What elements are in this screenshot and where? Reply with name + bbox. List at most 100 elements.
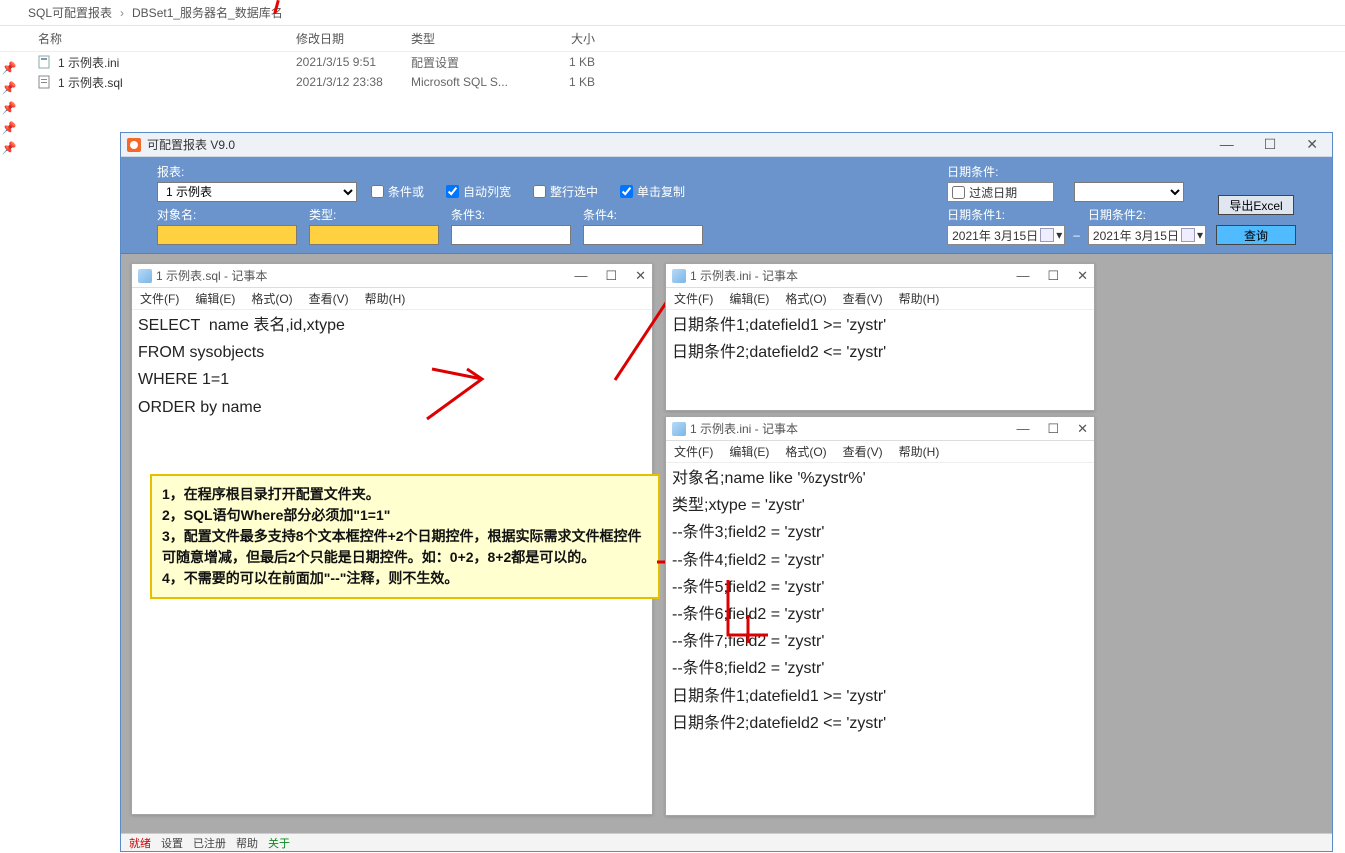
input-condition-3[interactable]	[451, 225, 571, 245]
menu-edit[interactable]: 编辑(E)	[729, 290, 769, 307]
col-name[interactable]: 名称	[38, 30, 296, 47]
menu-file[interactable]: 文件(F)	[140, 290, 179, 307]
status-help[interactable]: 帮助	[236, 835, 258, 851]
notepad-titlebar[interactable]: 1 示例表.sql - 记事本—☐✕	[132, 264, 652, 288]
notepad-titlebar[interactable]: 1 示例表.ini - 记事本 — ☐ ✕	[666, 264, 1094, 288]
minimize-icon[interactable]: —	[1016, 421, 1029, 437]
maximize-icon[interactable]: ☐	[1047, 421, 1059, 437]
notepad-sql: 1 示例表.sql - 记事本—☐✕ 文件(F) 编辑(E) 格式(O) 查看(…	[131, 263, 653, 815]
menu-help[interactable]: 帮助(H)	[899, 443, 940, 460]
menu-help[interactable]: 帮助(H)	[899, 290, 940, 307]
close-icon[interactable]: ✕	[1306, 136, 1318, 153]
check-single-copy[interactable]: 单击复制	[620, 183, 685, 200]
close-icon[interactable]: ✕	[635, 268, 646, 284]
minimize-icon[interactable]: —	[1220, 136, 1234, 153]
pin-icon[interactable]: 📌	[3, 62, 15, 74]
notepad-menu: 文件(F) 编辑(E) 格式(O) 查看(V) 帮助(H)	[666, 288, 1094, 310]
status-settings[interactable]: 设置	[161, 835, 183, 851]
file-sql-icon	[38, 75, 58, 89]
file-size: 1 KB	[535, 75, 595, 89]
menu-format[interactable]: 格式(O)	[251, 290, 292, 307]
menu-format[interactable]: 格式(O)	[785, 443, 826, 460]
export-excel-button[interactable]: 导出Excel	[1218, 195, 1293, 215]
calendar-icon	[1040, 228, 1054, 242]
menu-format[interactable]: 格式(O)	[785, 290, 826, 307]
instruction-note: 1，在程序根目录打开配置文件夹。 2，SQL语句Where部分必须加"1=1" …	[150, 474, 660, 599]
maximize-icon[interactable]: ☐	[1047, 268, 1059, 284]
notepad-ini-1: 1 示例表.ini - 记事本 — ☐ ✕ 文件(F) 编辑(E) 格式(O) 查看(…	[665, 263, 1095, 411]
pin-icon[interactable]: 📌	[3, 102, 15, 114]
notepad-menu: 文件(F) 编辑(E) 格式(O) 查看(V) 帮助(H)	[132, 288, 652, 310]
notepad-body[interactable]: 日期条件1;datefield1 >= 'zystr' 日期条件2;datefi…	[666, 310, 1094, 410]
status-about[interactable]: 关于	[268, 835, 290, 851]
file-ini-icon	[38, 55, 58, 69]
file-size: 1 KB	[535, 55, 595, 69]
chevron-right-icon: ›	[120, 6, 124, 20]
pin-icon[interactable]: 📌	[3, 82, 15, 94]
status-ready: 就绪	[129, 835, 151, 851]
pin-icon[interactable]: 📌	[3, 142, 15, 154]
date-picker-2[interactable]: 2021年 3月15日▾	[1088, 225, 1206, 245]
close-icon[interactable]: ✕	[1077, 268, 1088, 284]
check-whole-row[interactable]: 整行选中	[533, 183, 598, 200]
label-c3: 条件3:	[451, 206, 571, 223]
minimize-icon[interactable]: —	[574, 268, 587, 284]
breadcrumb[interactable]: SQL可配置报表 › DBSet1_服务器名_数据库名	[0, 0, 1345, 26]
notepad-body[interactable]: 对象名;name like '%zystr%' 类型;xtype = 'zyst…	[666, 463, 1094, 815]
check-condition-or[interactable]: 条件或	[371, 183, 424, 200]
query-button[interactable]: 查询	[1216, 225, 1296, 245]
label-type: 类型:	[309, 206, 439, 223]
check-auto-width[interactable]: 自动列宽	[446, 183, 511, 200]
file-name: 1 示例表.ini	[58, 54, 296, 71]
app-title-text: 可配置报表 V9.0	[147, 136, 235, 153]
menu-view[interactable]: 查看(V)	[309, 290, 349, 307]
close-icon[interactable]: ✕	[1077, 421, 1088, 437]
report-select[interactable]: 1 示例表	[157, 182, 357, 202]
menu-file[interactable]: 文件(F)	[674, 290, 713, 307]
file-row[interactable]: 1 示例表.ini 2021/3/15 9:51 配置设置 1 KB	[38, 52, 1345, 72]
status-bar: 就绪 设置 已注册 帮助 关于	[121, 833, 1332, 851]
input-type[interactable]	[309, 225, 439, 245]
label-c4: 条件4:	[583, 206, 703, 223]
notepad-title: 1 示例表.ini - 记事本	[690, 420, 798, 437]
col-size[interactable]: 大小	[535, 30, 595, 47]
menu-edit[interactable]: 编辑(E)	[729, 443, 769, 460]
notepad-title: 1 示例表.ini - 记事本	[690, 267, 798, 284]
col-date[interactable]: 修改日期	[296, 30, 411, 47]
check-filter-date[interactable]: 过滤日期	[947, 182, 1054, 202]
file-list-header[interactable]: 名称 修改日期 类型 大小	[0, 26, 1345, 52]
notepad-icon	[672, 269, 686, 283]
explorer-area: SQL可配置报表 › DBSet1_服务器名_数据库名 名称 修改日期 类型 大…	[0, 0, 1345, 92]
menu-edit[interactable]: 编辑(E)	[195, 290, 235, 307]
input-object-name[interactable]	[157, 225, 297, 245]
menu-file[interactable]: 文件(F)	[674, 443, 713, 460]
label-obj: 对象名:	[157, 206, 297, 223]
date-picker-1[interactable]: 2021年 3月15日▾	[947, 225, 1065, 245]
maximize-icon[interactable]: ☐	[1264, 136, 1277, 153]
breadcrumb-part[interactable]: DBSet1_服务器名_数据库名	[132, 4, 283, 21]
menu-help[interactable]: 帮助(H)	[365, 290, 406, 307]
report-app-window: 可配置报表 V9.0 — ☐ ✕ 报表: 1 示例表 条件或 自动列宽 整行选中…	[120, 132, 1333, 852]
file-row[interactable]: 1 示例表.sql 2021/3/12 23:38 Microsoft SQL …	[38, 72, 1345, 92]
file-type: 配置设置	[411, 54, 535, 71]
config-toolbar: 报表: 1 示例表 条件或 自动列宽 整行选中 单击复制 对象名: 类型: 条件…	[121, 157, 1332, 254]
file-name: 1 示例表.sql	[58, 74, 296, 91]
menu-view[interactable]: 查看(V)	[843, 290, 883, 307]
date-condition-select[interactable]	[1074, 182, 1184, 202]
notepad-titlebar[interactable]: 1 示例表.ini - 记事本 — ☐ ✕	[666, 417, 1094, 441]
file-list: 1 示例表.ini 2021/3/15 9:51 配置设置 1 KB 1 示例表…	[0, 52, 1345, 92]
minimize-icon[interactable]: —	[1016, 268, 1029, 284]
input-condition-4[interactable]	[583, 225, 703, 245]
chevron-down-icon: ▾	[1197, 228, 1203, 242]
pin-icon[interactable]: 📌	[3, 122, 15, 134]
app-titlebar[interactable]: 可配置报表 V9.0 — ☐ ✕	[121, 133, 1332, 157]
maximize-icon[interactable]: ☐	[605, 268, 617, 284]
notepad-menu: 文件(F) 编辑(E) 格式(O) 查看(V) 帮助(H)	[666, 441, 1094, 463]
workspace: 1 示例表.sql - 记事本—☐✕ 文件(F) 编辑(E) 格式(O) 查看(…	[121, 254, 1332, 833]
menu-view[interactable]: 查看(V)	[843, 443, 883, 460]
notepad-icon	[138, 269, 152, 283]
notepad-icon	[672, 422, 686, 436]
file-date: 2021/3/12 23:38	[296, 75, 411, 89]
col-type[interactable]: 类型	[411, 30, 535, 47]
breadcrumb-part[interactable]: SQL可配置报表	[28, 4, 112, 21]
